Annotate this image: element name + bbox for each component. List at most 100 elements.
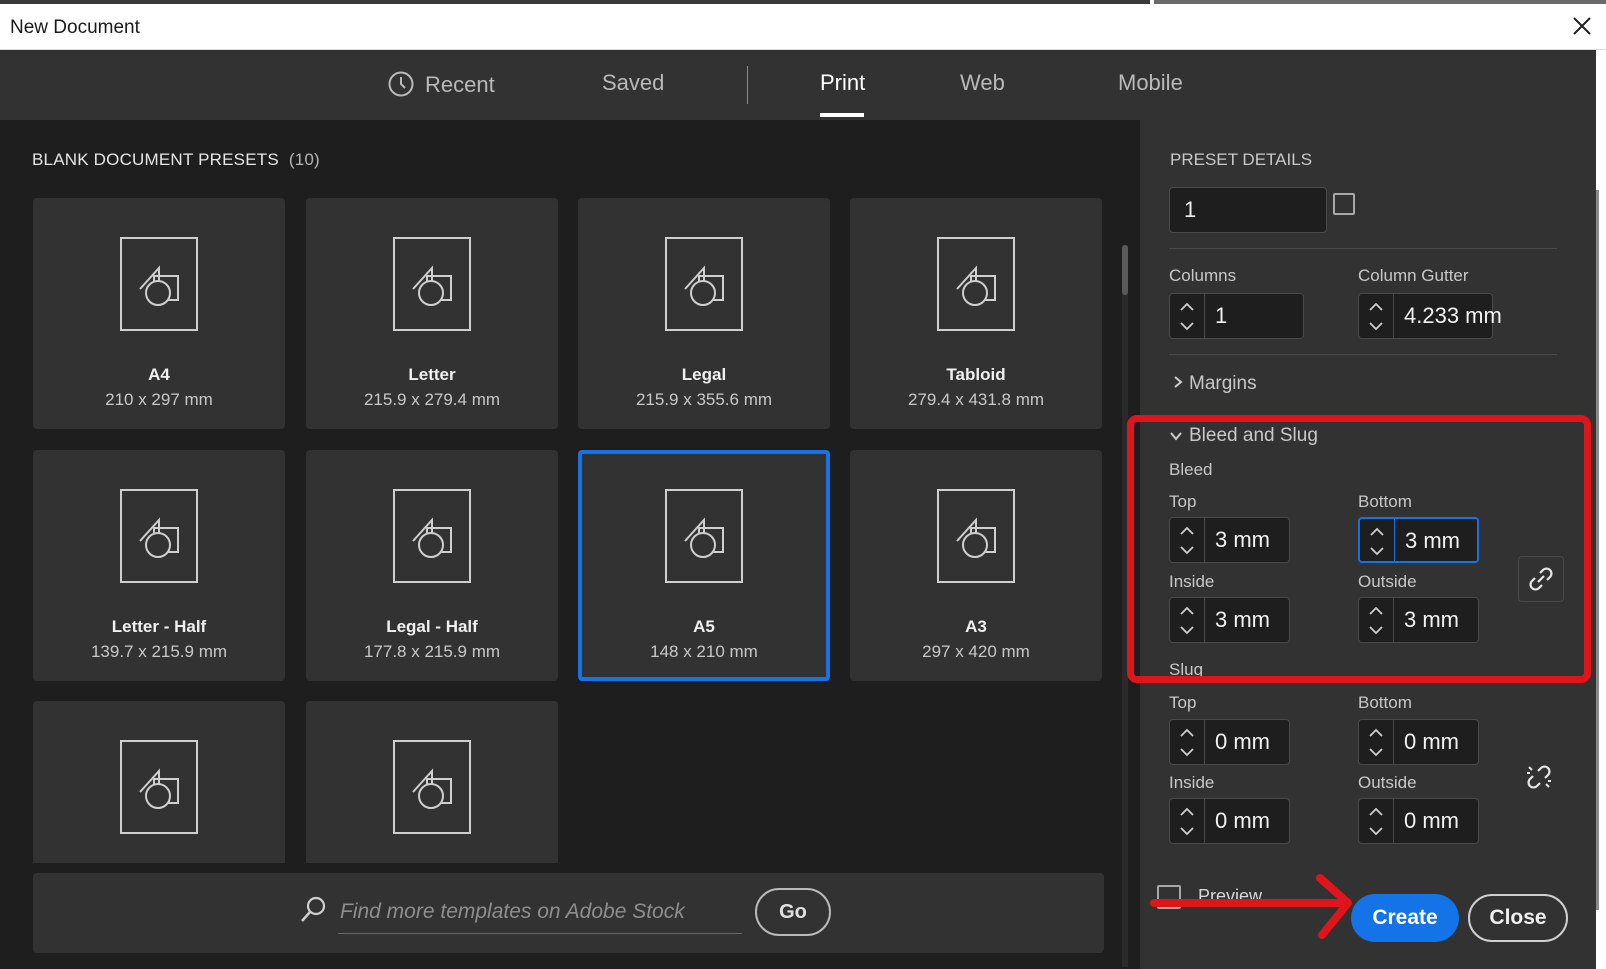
increment-icon[interactable] — [1369, 527, 1385, 537]
preset-size: 297 x 420 mm — [922, 642, 1030, 661]
decrement-icon[interactable] — [1179, 747, 1195, 757]
preset-name: Tabloid — [946, 365, 1006, 384]
column-gutter-value[interactable]: 4.233 mm — [1404, 294, 1502, 338]
preset-card[interactable]: Letter - Half 139.7 x 215.9 mm — [33, 450, 285, 681]
chevron-down-icon — [1170, 432, 1182, 441]
columns-value[interactable]: 1 — [1215, 294, 1227, 338]
preset-details-heading: PRESET DETAILS — [1170, 150, 1313, 169]
presets-heading-text: BLANK DOCUMENT PRESETS — [32, 150, 279, 169]
search-icon — [301, 896, 326, 922]
slug-outside-stepper[interactable]: 0 mm — [1358, 798, 1479, 844]
decrement-icon[interactable] — [1368, 826, 1384, 836]
bleed-bottom-stepper[interactable]: 3 mm — [1358, 517, 1479, 563]
margins-section-toggle[interactable]: Margins — [1173, 373, 1257, 395]
presets-scrollbar[interactable] — [1122, 245, 1128, 967]
preset-size: 279.4 x 431.8 mm — [907, 390, 1045, 409]
decrement-icon[interactable] — [1179, 826, 1195, 836]
increment-icon[interactable] — [1179, 526, 1195, 536]
preset-size: 177.8 x 215.9 mm — [363, 642, 501, 661]
slug-bottom-value[interactable]: 0 mm — [1404, 720, 1459, 764]
tab-web-label: Web — [960, 70, 1005, 95]
bleed-outside-value[interactable]: 3 mm — [1404, 598, 1459, 642]
active-tab-indicator — [820, 113, 864, 117]
increment-icon[interactable] — [1368, 728, 1384, 738]
bleed-top-value[interactable]: 3 mm — [1215, 518, 1270, 562]
tab-print[interactable]: Print — [820, 70, 865, 96]
document-preset-icon — [120, 489, 198, 583]
tab-recent[interactable]: Recent — [387, 70, 495, 98]
close-icon[interactable] — [1568, 12, 1596, 40]
preset-card[interactable]: A5 148 x 210 mm — [578, 450, 830, 681]
slug-top-stepper[interactable]: 0 mm — [1169, 719, 1290, 765]
bleed-top-stepper[interactable]: 3 mm — [1169, 517, 1290, 563]
slug-outside-label: Outside — [1358, 773, 1417, 792]
document-preset-icon — [937, 489, 1015, 583]
decrement-icon[interactable] — [1179, 625, 1195, 635]
preset-card[interactable]: Letter 215.9 x 279.4 mm — [306, 198, 558, 429]
close-button[interactable]: Close — [1468, 894, 1568, 942]
bleed-bottom-value[interactable]: 3 mm — [1405, 519, 1460, 563]
presets-count: (10) — [288, 150, 320, 169]
increment-icon[interactable] — [1179, 728, 1195, 738]
preset-size: 139.7 x 215.9 mm — [90, 642, 228, 661]
preset-card[interactable] — [306, 701, 558, 863]
increment-icon[interactable] — [1179, 606, 1195, 616]
link-icon — [1529, 567, 1553, 591]
bleed-inside-value[interactable]: 3 mm — [1215, 598, 1270, 642]
increment-icon[interactable] — [1368, 302, 1384, 312]
scrollbar-thumb[interactable] — [1122, 245, 1128, 295]
slug-inside-label: Inside — [1169, 773, 1215, 792]
tab-saved[interactable]: Saved — [602, 70, 664, 96]
preset-card[interactable]: A3 297 x 420 mm — [850, 450, 1102, 681]
stock-search-input[interactable] — [338, 891, 742, 934]
presets-pane: BLANK DOCUMENT PRESETS (10) A4 210 x 297 m… — [0, 120, 1140, 969]
column-gutter-stepper[interactable]: 4.233 mm — [1358, 293, 1502, 339]
decrement-icon[interactable] — [1368, 747, 1384, 757]
go-button[interactable]: Go — [755, 888, 831, 936]
increment-icon[interactable] — [1368, 807, 1384, 817]
document-preset-icon — [120, 237, 198, 331]
presets-heading: BLANK DOCUMENT PRESETS (10) — [32, 150, 320, 170]
bleed-inside-stepper[interactable]: 3 mm — [1169, 597, 1290, 643]
preset-card[interactable]: Legal 215.9 x 355.6 mm — [578, 198, 830, 429]
preset-size: 210 x 297 mm — [105, 390, 213, 409]
preset-card[interactable]: Legal - Half 177.8 x 215.9 mm — [306, 450, 558, 681]
slug-bottom-stepper[interactable]: 0 mm — [1358, 719, 1479, 765]
stock-search-bar: Go — [33, 873, 1104, 953]
preset-name: A5 — [693, 617, 715, 636]
preset-name: A4 — [148, 365, 170, 384]
tab-separator — [747, 66, 748, 104]
divider — [1169, 248, 1557, 249]
increment-icon[interactable] — [1179, 807, 1195, 817]
bleed-label: Bleed — [1169, 460, 1213, 479]
increment-icon[interactable] — [1179, 302, 1195, 312]
decrement-icon[interactable] — [1179, 321, 1195, 331]
decrement-icon[interactable] — [1368, 625, 1384, 635]
bleed-link-button[interactable] — [1518, 556, 1564, 602]
slug-inside-stepper[interactable]: 0 mm — [1169, 798, 1290, 844]
bleed-outside-stepper[interactable]: 3 mm — [1358, 597, 1479, 643]
increment-icon[interactable] — [1368, 606, 1384, 616]
bleed-slug-section-toggle[interactable]: Bleed and Slug — [1169, 425, 1318, 447]
unlink-icon[interactable] — [1519, 757, 1559, 797]
tab-web[interactable]: Web — [960, 70, 1005, 96]
slug-outside-value[interactable]: 0 mm — [1404, 799, 1459, 843]
pages-field[interactable]: 1 — [1169, 187, 1327, 233]
slug-inside-value[interactable]: 0 mm — [1215, 799, 1270, 843]
preset-name: Legal — [681, 365, 727, 384]
preset-card[interactable] — [33, 701, 285, 863]
decrement-icon[interactable] — [1179, 545, 1195, 555]
annotation-arrow — [1150, 874, 1352, 939]
preset-card[interactable]: Tabloid 279.4 x 431.8 mm — [850, 198, 1102, 429]
bleed-outside-label: Outside — [1358, 572, 1417, 591]
preset-card[interactable]: A4 210 x 297 mm — [33, 198, 285, 429]
create-button[interactable]: Create — [1351, 894, 1459, 942]
tab-recent-label: Recent — [425, 72, 495, 97]
document-preset-icon — [393, 237, 471, 331]
tab-mobile[interactable]: Mobile — [1118, 70, 1183, 96]
decrement-icon[interactable] — [1368, 321, 1384, 331]
facing-pages-checkbox[interactable] — [1333, 193, 1355, 215]
slug-top-value[interactable]: 0 mm — [1215, 720, 1270, 764]
decrement-icon[interactable] — [1369, 546, 1385, 556]
columns-stepper[interactable]: 1 — [1169, 293, 1304, 339]
